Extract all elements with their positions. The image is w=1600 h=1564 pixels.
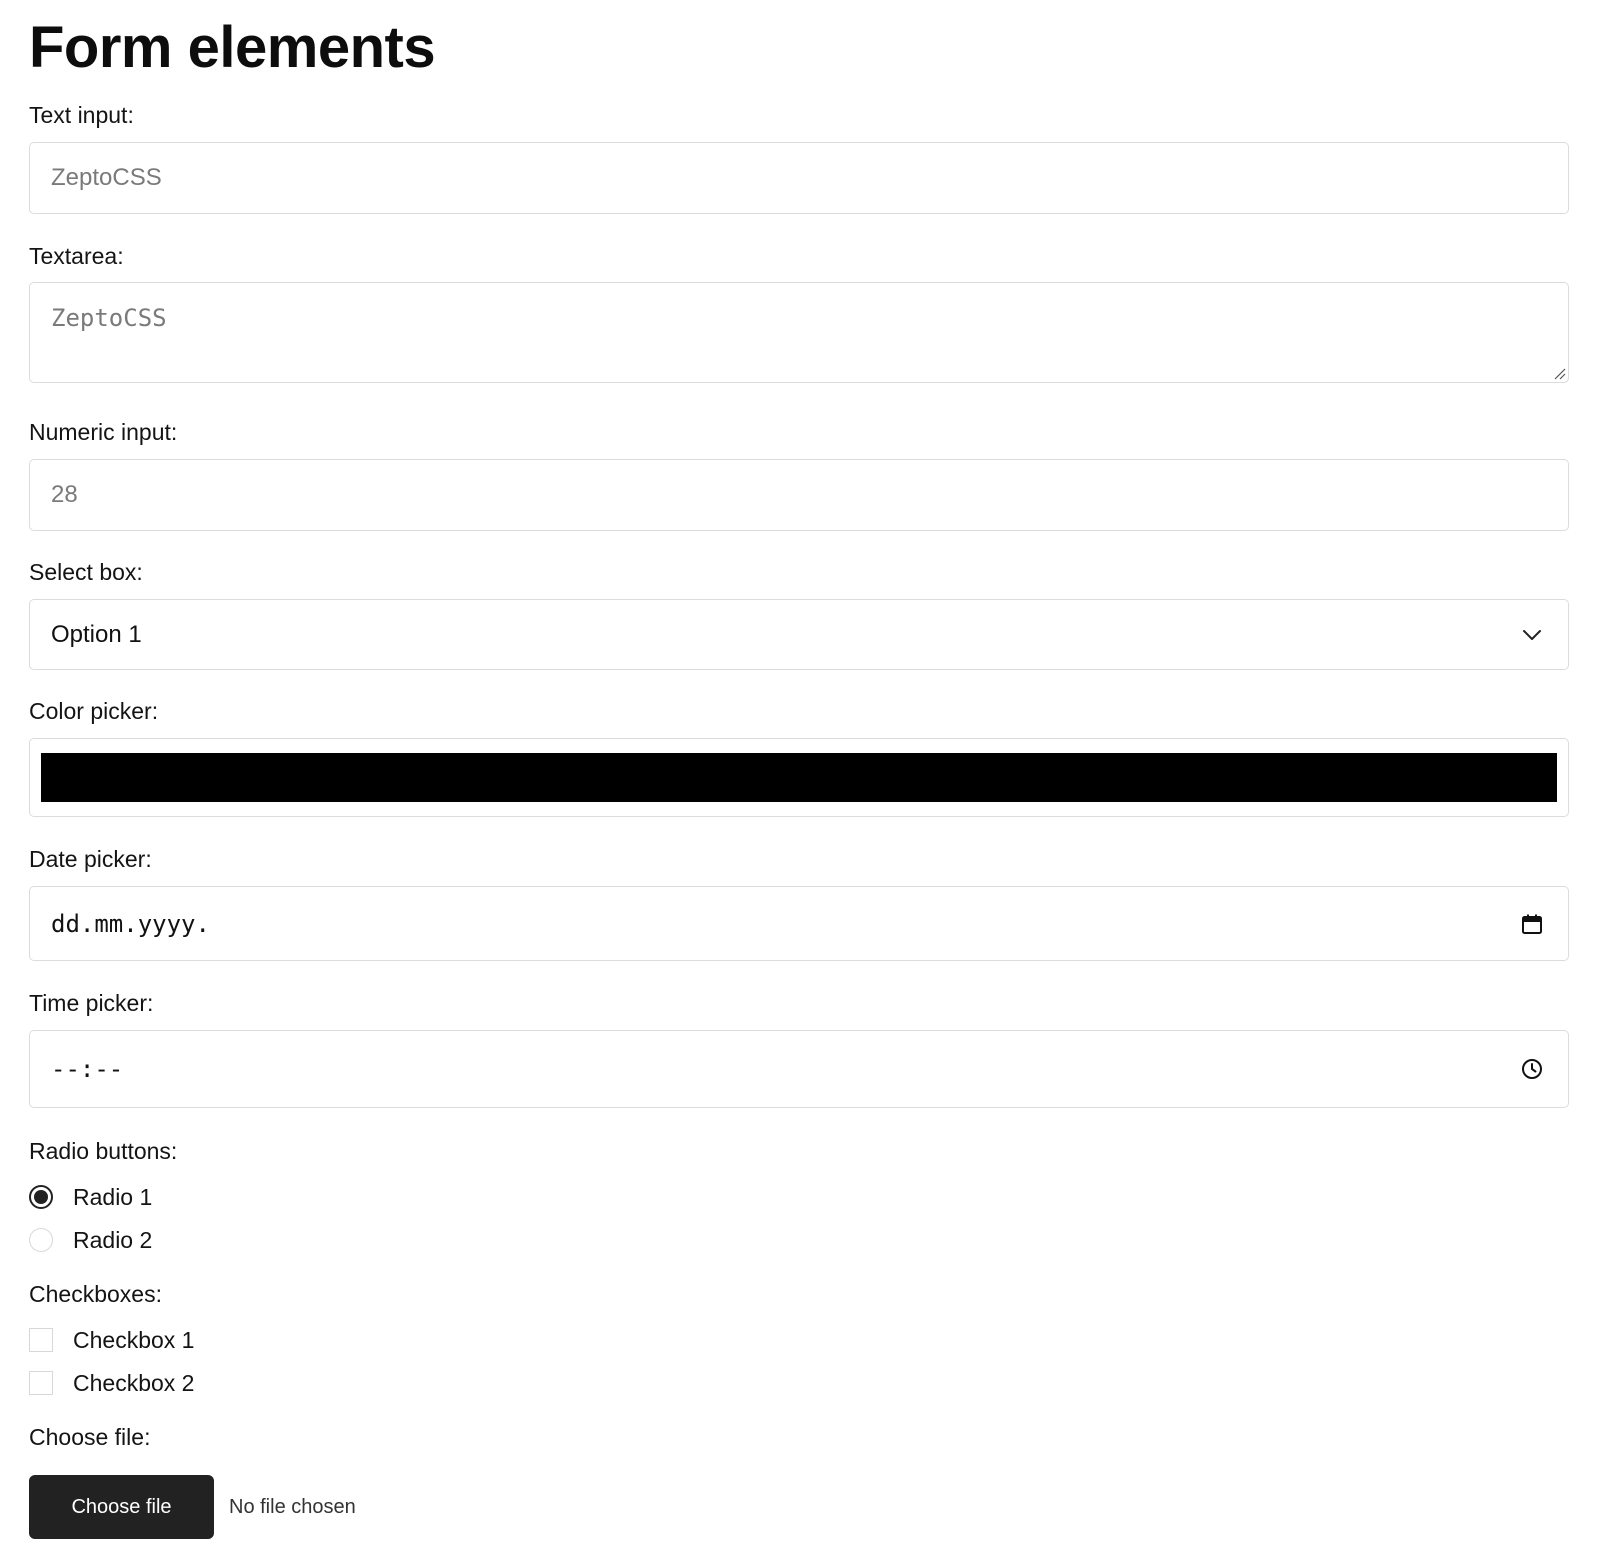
color-swatch: [41, 753, 1557, 802]
text-input-placeholder: ZeptoCSS: [51, 164, 162, 191]
radio-2-control[interactable]: [29, 1228, 53, 1252]
clock-icon[interactable]: [1520, 1057, 1544, 1081]
checkbox-2-label: Checkbox 2: [73, 1370, 195, 1396]
textarea-placeholder: ZeptoCSS: [51, 304, 167, 332]
select-box-value: Option 1: [51, 620, 142, 648]
radio-2-label: Radio 2: [73, 1227, 153, 1253]
chevron-down-icon: [1523, 629, 1541, 640]
radio-option-1[interactable]: Radio 1: [29, 1182, 152, 1212]
resize-grip-icon[interactable]: [1552, 366, 1566, 380]
numeric-input-label: Numeric input:: [29, 419, 178, 445]
select-box-label: Select box:: [29, 559, 143, 585]
time-picker[interactable]: --:--: [29, 1030, 1569, 1108]
choose-file-button[interactable]: Choose file: [29, 1475, 214, 1539]
radio-buttons-label: Radio buttons:: [29, 1138, 178, 1164]
color-picker[interactable]: [29, 738, 1569, 817]
file-status-text: No file chosen: [229, 1496, 356, 1518]
form-page: Form elements Text input: ZeptoCSS Texta…: [0, 0, 1600, 1564]
radio-1-label: Radio 1: [73, 1184, 153, 1210]
text-input[interactable]: ZeptoCSS: [29, 142, 1569, 214]
textarea-label: Textarea:: [29, 243, 124, 269]
text-input-label: Text input:: [29, 102, 134, 128]
select-box[interactable]: Option 1: [29, 599, 1569, 670]
checkboxes-label: Checkboxes:: [29, 1281, 162, 1307]
calendar-icon[interactable]: [1520, 912, 1544, 936]
numeric-input[interactable]: 28: [29, 459, 1569, 531]
checkbox-1-control[interactable]: [29, 1328, 53, 1352]
checkbox-2-control[interactable]: [29, 1371, 53, 1395]
checkbox-option-2[interactable]: Checkbox 2: [29, 1368, 194, 1398]
date-picker[interactable]: dd.mm.yyyy.: [29, 886, 1569, 961]
textarea[interactable]: ZeptoCSS: [29, 282, 1569, 383]
checkbox-1-label: Checkbox 1: [73, 1327, 195, 1353]
radio-1-control[interactable]: [29, 1185, 53, 1209]
file-input-label: Choose file:: [29, 1424, 151, 1450]
numeric-input-placeholder: 28: [51, 481, 78, 508]
date-picker-placeholder: dd.mm.yyyy.: [51, 909, 210, 938]
color-picker-label: Color picker:: [29, 698, 159, 724]
date-picker-label: Date picker:: [29, 846, 152, 872]
page-title: Form elements: [29, 15, 436, 80]
checkbox-option-1[interactable]: Checkbox 1: [29, 1325, 194, 1355]
radio-option-2[interactable]: Radio 2: [29, 1225, 152, 1255]
time-picker-placeholder: --:--: [51, 1055, 124, 1083]
time-picker-label: Time picker:: [29, 990, 154, 1016]
